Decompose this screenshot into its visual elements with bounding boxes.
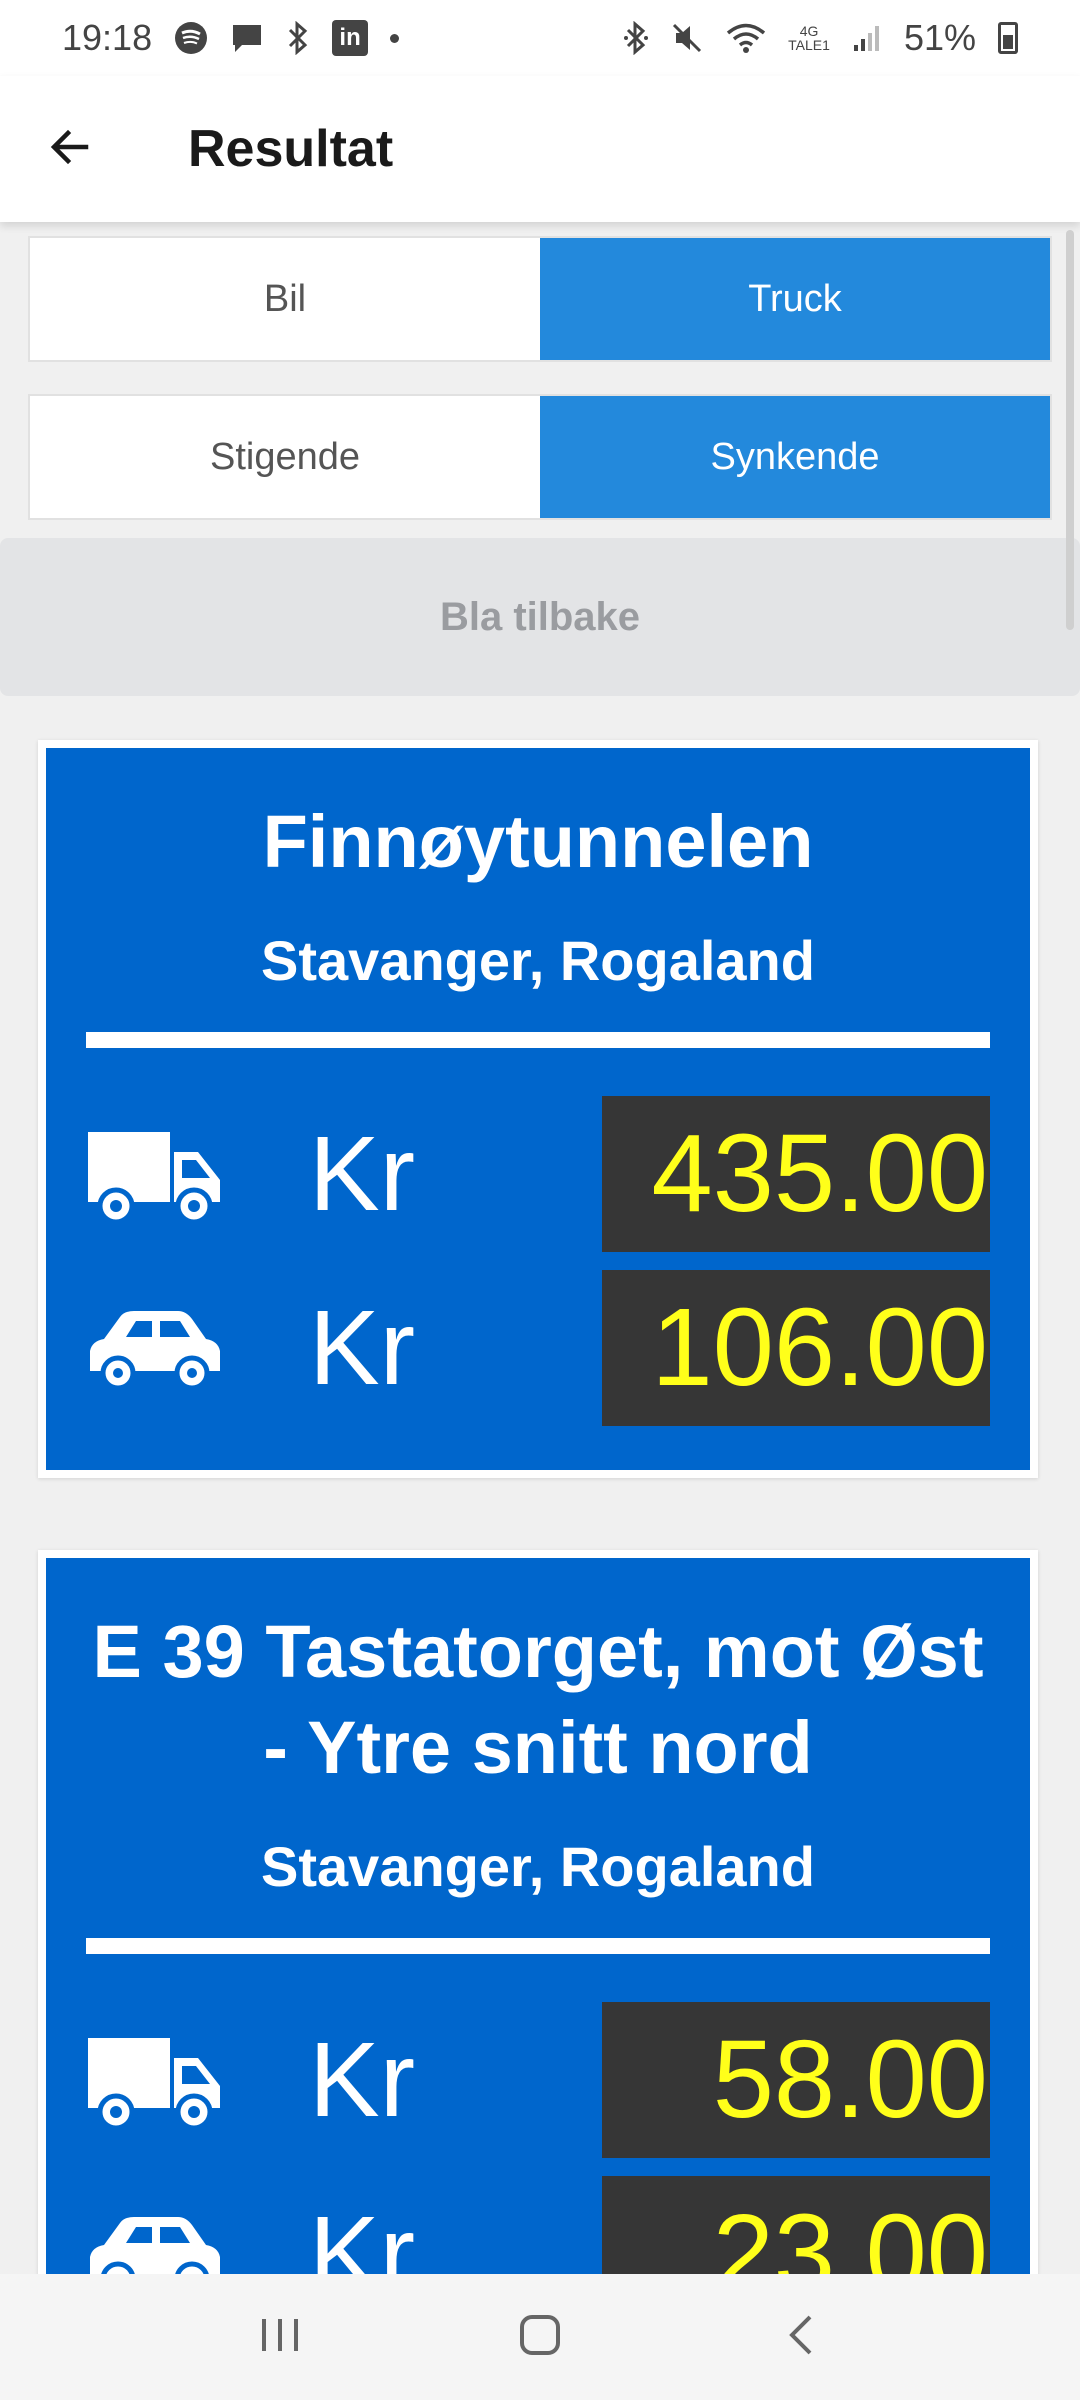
price-row-truck: Kr 58.00	[86, 2002, 990, 2158]
bluetooth-icon	[286, 21, 310, 55]
price-amount: 58.00	[602, 2002, 990, 2158]
back-button[interactable]	[0, 76, 140, 222]
arrow-left-icon	[46, 123, 94, 176]
mute-icon	[670, 21, 704, 55]
price-amount: 23.00	[602, 2176, 990, 2274]
signal-icon	[852, 23, 882, 53]
recent-apps-button[interactable]	[220, 2287, 340, 2387]
battery-icon	[998, 22, 1018, 54]
toll-location: Stavanger, Rogaland	[261, 929, 815, 992]
price-currency: Kr	[309, 1288, 415, 1407]
price-amount: 106.00	[602, 1270, 990, 1426]
system-nav-bar	[0, 2274, 1080, 2400]
linkedin-icon: in	[332, 20, 369, 56]
price-currency: Kr	[309, 1114, 415, 1233]
sort-option-descending[interactable]: Synkende	[540, 396, 1050, 518]
network-sub: TALE1	[788, 37, 830, 53]
toll-name: Finnøytunnelen	[262, 800, 814, 883]
toll-card[interactable]: E 39 Tastatorget, mot Øst - Ytre snitt n…	[38, 1550, 1038, 2274]
truck-icon	[86, 1119, 226, 1229]
sort-option-ascending[interactable]: Stigende	[30, 396, 540, 518]
results-content[interactable]: Bil Truck Stigende Synkende Bla tilbake …	[0, 222, 1080, 2274]
vehicle-toggle: Bil Truck	[28, 236, 1052, 362]
toll-card[interactable]: Finnøytunnelen Stavanger, Rogaland Kr 43…	[38, 740, 1038, 1478]
sort-toggle: Stigende Synkende	[28, 394, 1052, 520]
toll-card-body: E 39 Tastatorget, mot Øst - Ytre snitt n…	[46, 1558, 1030, 2274]
truck-icon	[86, 2025, 226, 2135]
page-title: Resultat	[188, 120, 394, 178]
price-list: Kr 435.00 Kr 106.00	[86, 1096, 990, 1426]
bluetooth-icon	[624, 21, 649, 55]
car-icon	[86, 1293, 226, 1403]
price-row-truck: Kr 435.00	[86, 1096, 990, 1252]
price-currency: Kr	[309, 2020, 415, 2139]
price-row-car: Kr 106.00	[86, 1270, 990, 1426]
toll-card-body: Finnøytunnelen Stavanger, Rogaland Kr 43…	[46, 748, 1030, 1470]
home-button[interactable]	[480, 2287, 600, 2387]
status-time: 19:18	[62, 17, 153, 58]
network-type: 4G	[799, 23, 819, 39]
status-bar: 19:18 in 4G TALE1 51%	[0, 0, 1080, 76]
message-icon	[230, 21, 264, 55]
divider	[86, 1032, 990, 1048]
recent-apps-icon	[258, 2315, 302, 2360]
vehicle-option-bil[interactable]: Bil	[30, 238, 540, 360]
vehicle-option-truck[interactable]: Truck	[540, 238, 1050, 360]
spotify-icon	[174, 21, 208, 55]
price-currency: Kr	[309, 2194, 415, 2275]
status-bar-right: 4G TALE1 51%	[624, 17, 1018, 59]
price-list: Kr 58.00 Kr 23.00	[86, 2002, 990, 2274]
divider	[86, 1938, 990, 1954]
browse-back-button[interactable]: Bla tilbake	[0, 538, 1080, 696]
status-bar-left: 19:18 in	[62, 17, 400, 59]
wifi-icon	[726, 21, 766, 55]
price-amount: 435.00	[602, 1096, 990, 1252]
back-icon	[782, 2313, 818, 2362]
car-icon	[86, 2199, 226, 2274]
scrollbar[interactable]	[1066, 230, 1074, 630]
network-indicator: 4G TALE1	[788, 24, 830, 52]
dot-icon	[390, 33, 400, 43]
app-bar: Resultat	[0, 76, 1080, 222]
toll-location: Stavanger, Rogaland	[261, 1835, 815, 1898]
price-row-car: Kr 23.00	[86, 2176, 990, 2274]
toll-name: E 39 Tastatorget, mot Øst - Ytre snitt n…	[92, 1610, 984, 1789]
battery-percent: 51%	[903, 17, 976, 58]
home-icon	[518, 2313, 562, 2362]
system-back-button[interactable]	[740, 2287, 860, 2387]
